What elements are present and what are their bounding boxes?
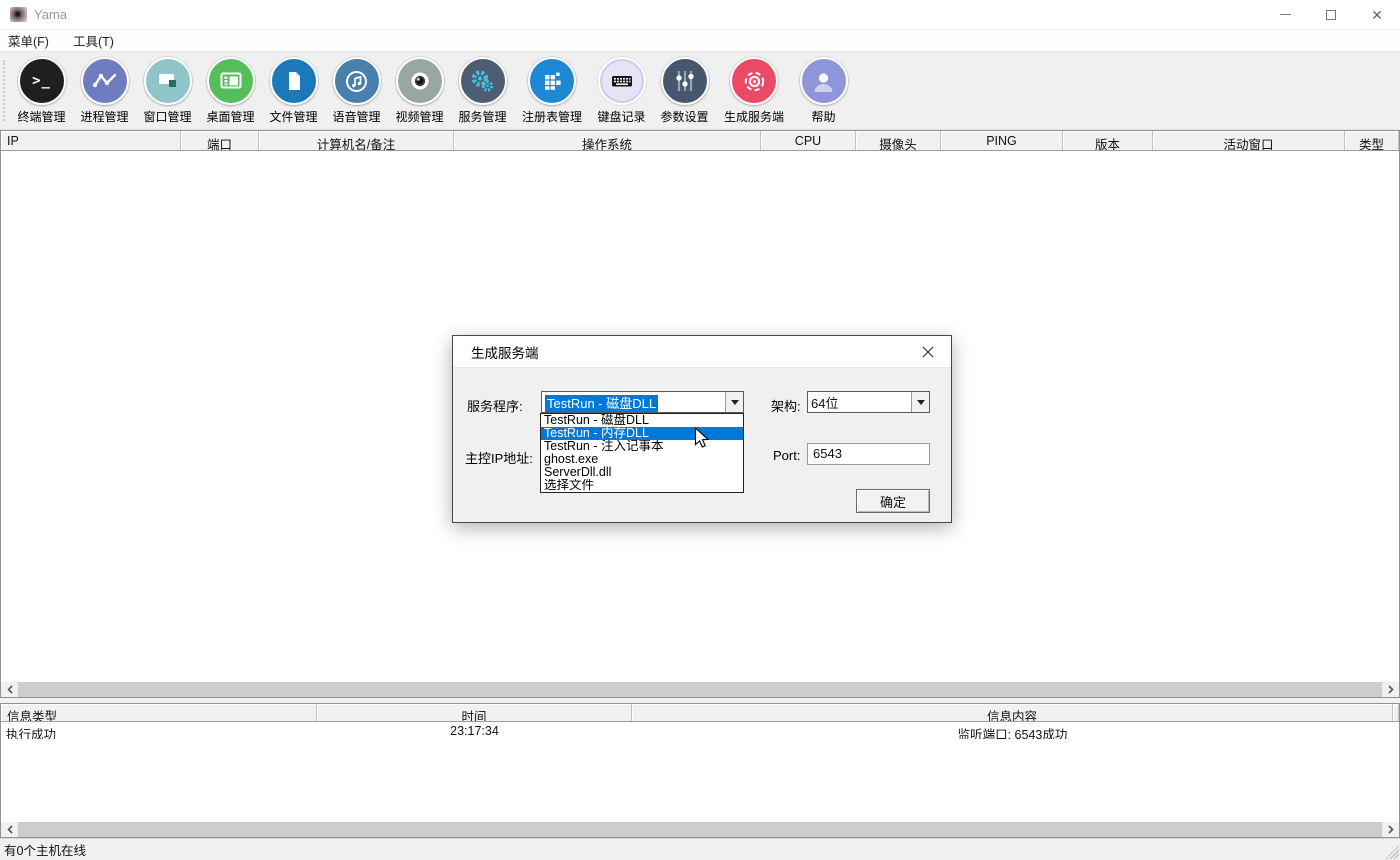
window-title: Yama (34, 7, 67, 22)
toolbar-process-manage[interactable]: 进程管理 (73, 57, 136, 125)
registry-grid-icon (528, 57, 576, 105)
minimize-icon (1280, 14, 1291, 15)
column-header-filler (1393, 704, 1399, 721)
host-list-hscrollbar[interactable] (1, 682, 1399, 697)
status-text: 有0个主机在线 (4, 840, 86, 859)
ok-button[interactable]: 确定 (856, 489, 930, 513)
log-cell-time: 23:17:34 (317, 722, 632, 739)
file-icon (270, 57, 318, 105)
chevron-down-icon[interactable] (725, 392, 743, 412)
master-ip-label: 主控IP地址: (465, 448, 533, 467)
keyboard-icon (598, 57, 646, 105)
scroll-right-icon[interactable] (1382, 822, 1399, 837)
app-icon (10, 7, 27, 22)
architecture-label: 架构: (771, 396, 801, 415)
music-note-icon (333, 57, 381, 105)
column-header-version[interactable]: 版本 (1063, 131, 1153, 150)
process-pulse-icon (81, 57, 129, 105)
architecture-combobox[interactable]: 64位 (807, 391, 930, 413)
maximize-icon (1326, 10, 1336, 20)
column-header-ip[interactable]: IP (1, 131, 181, 150)
close-icon: ✕ (1371, 8, 1383, 22)
toolbar-video-manage[interactable]: 视频管理 (388, 57, 451, 125)
host-list-header: IP 端口 计算机名/备注 操作系统 CPU 摄像头 PING 版本 活动窗口 … (1, 131, 1399, 151)
mouse-cursor-icon (694, 427, 713, 452)
toolbar-generate-server[interactable]: 生成服务端 (716, 57, 792, 125)
service-program-value: TestRun - 磁盘DLL (545, 395, 658, 412)
window-icon (144, 57, 192, 105)
toolbar-service-manage[interactable]: 服务管理 (451, 57, 514, 125)
chevron-down-icon[interactable] (911, 392, 929, 412)
menu-bar: 菜单(F) 工具(T) (0, 30, 1400, 52)
status-bar: 有0个主机在线 (0, 838, 1400, 860)
column-header-os[interactable]: 操作系统 (454, 131, 761, 150)
dropdown-item[interactable]: 选择文件 (541, 479, 743, 492)
toolbar-grip (3, 60, 5, 121)
close-icon (922, 346, 934, 358)
person-icon (800, 57, 848, 105)
toolbar-registry-manage[interactable]: 注册表管理 (514, 57, 590, 125)
toolbar-parameter-settings[interactable]: 参数设置 (653, 57, 716, 125)
gears-icon (459, 57, 507, 105)
eye-lens-icon (396, 57, 444, 105)
column-header-active-window[interactable]: 活动窗口 (1153, 131, 1345, 150)
dialog-title-bar: 生成服务端 (453, 336, 951, 368)
toolbar-audio-manage[interactable]: 语音管理 (325, 57, 388, 125)
port-label: Port: (773, 448, 800, 463)
log-list-hscrollbar[interactable] (1, 822, 1399, 837)
toolbar-desktop-manage[interactable]: 桌面管理 (199, 57, 262, 125)
log-cell-content: 监听端口: 6543成功 (632, 722, 1393, 739)
column-header-info-type[interactable]: 信息类型 (1, 704, 317, 721)
log-list-body: 执行成功 23:17:34 监听端口: 6543成功 (1, 722, 1399, 822)
minimize-button[interactable] (1262, 0, 1308, 29)
dropdown-item[interactable]: ghost.exe (541, 453, 743, 466)
toolbar-help[interactable]: 帮助 (792, 57, 855, 125)
port-input[interactable]: 6543 (807, 443, 930, 465)
target-icon (730, 57, 778, 105)
toolbar-window-manage[interactable]: 窗口管理 (136, 57, 199, 125)
menu-item-tools[interactable]: 工具(T) (73, 31, 114, 50)
column-header-time[interactable]: 时间 (317, 704, 632, 721)
scrollbar-thumb[interactable] (18, 682, 1382, 697)
dropdown-item[interactable]: ServerDll.dll (541, 466, 743, 479)
scrollbar-thumb[interactable] (18, 822, 1382, 837)
menu-item-menu[interactable]: 菜单(F) (8, 31, 49, 50)
title-bar: Yama ✕ (0, 0, 1400, 30)
column-header-port[interactable]: 端口 (181, 131, 259, 150)
architecture-value: 64位 (808, 393, 911, 412)
terminal-icon: >_ (18, 57, 66, 105)
column-header-cpu[interactable]: CPU (761, 131, 856, 150)
log-cell-type: 执行成功 (1, 722, 317, 739)
log-list: 信息类型 时间 信息内容 执行成功 23:17:34 监听端口: 6543成功 (0, 703, 1400, 838)
desktop-icon (207, 57, 255, 105)
log-row[interactable]: 执行成功 23:17:34 监听端口: 6543成功 (1, 722, 1399, 739)
toolbar-keylogger[interactable]: 键盘记录 (590, 57, 653, 125)
scroll-right-icon[interactable] (1382, 682, 1399, 697)
column-header-info-content[interactable]: 信息内容 (632, 704, 1393, 721)
sliders-icon (661, 57, 709, 105)
toolbar: >_ 终端管理 进程管理 窗口管理 桌面管理 文件管理 语音管理 (0, 52, 1400, 130)
column-header-ping[interactable]: PING (941, 131, 1063, 150)
log-list-header: 信息类型 时间 信息内容 (1, 704, 1399, 722)
scroll-left-icon[interactable] (1, 822, 18, 837)
service-program-label: 服务程序: (467, 396, 523, 415)
dialog-close-button[interactable] (917, 341, 939, 363)
maximize-button[interactable] (1308, 0, 1354, 29)
service-program-dropdown: TestRun - 磁盘DLL TestRun - 内存DLL TestRun … (540, 413, 744, 493)
dialog-title: 生成服务端 (471, 342, 539, 362)
toolbar-terminal-manage[interactable]: >_ 终端管理 (10, 57, 73, 125)
toolbar-file-manage[interactable]: 文件管理 (262, 57, 325, 125)
service-program-combobox[interactable]: TestRun - 磁盘DLL (541, 391, 744, 413)
close-button[interactable]: ✕ (1354, 0, 1400, 29)
resize-grip-icon[interactable] (1385, 845, 1399, 859)
scroll-left-icon[interactable] (1, 682, 18, 697)
column-header-type[interactable]: 类型 (1345, 131, 1399, 150)
ok-button-label: 确定 (880, 492, 906, 511)
column-header-camera[interactable]: 摄像头 (856, 131, 941, 150)
dropdown-item[interactable]: TestRun - 磁盘DLL (541, 414, 743, 427)
column-header-computer-name[interactable]: 计算机名/备注 (259, 131, 454, 150)
